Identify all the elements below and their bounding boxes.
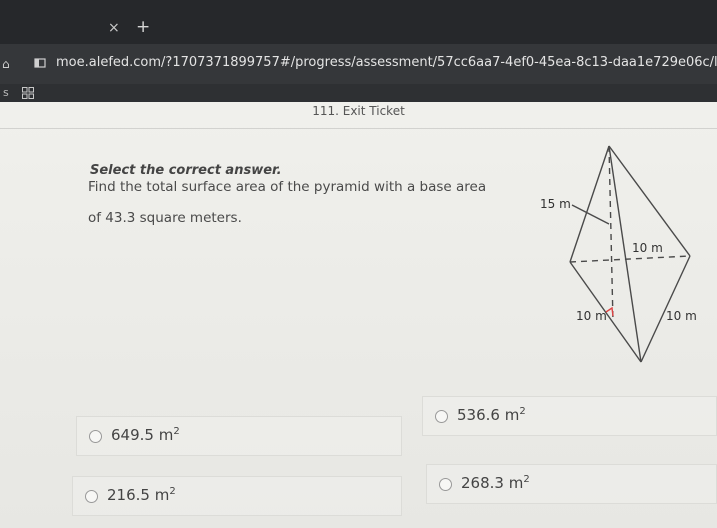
front-right-edge-label: 10 m (666, 309, 697, 323)
choice-label: 649.5 m2 (111, 426, 180, 444)
answer-choice-b[interactable]: 536.6 m2 (422, 396, 717, 436)
choice-label: 268.3 m2 (461, 474, 530, 492)
header-divider (0, 128, 717, 129)
choice-label: 216.5 m2 (107, 486, 176, 504)
radio-button[interactable] (435, 410, 448, 423)
back-edge-label: 10 m (632, 241, 663, 255)
pyramid-edge (608, 145, 691, 257)
radio-button[interactable] (439, 478, 452, 491)
tab-bar: × + (0, 0, 717, 44)
new-tab-icon[interactable]: + (136, 17, 150, 37)
lesson-content: 111. Exit Ticket Select the correct answ… (0, 102, 717, 528)
slant-pointer (571, 204, 610, 225)
choice-label: 536.6 m2 (457, 406, 526, 424)
home-icon[interactable]: ⌂ (2, 57, 10, 71)
slant-height-label: 15 m (540, 197, 571, 211)
answer-choice-c[interactable]: 216.5 m2 (72, 476, 402, 516)
page-title: 111. Exit Ticket (312, 104, 405, 118)
pyramid-edge (569, 145, 610, 263)
radio-button[interactable] (85, 490, 98, 503)
close-tab-icon[interactable]: × (108, 20, 120, 36)
address-bar: ⌂ moe.alefed.com/?1707371899757#/progres… (0, 44, 717, 84)
pyramid-figure: 15 m 10 m 10 m 10 m (540, 145, 697, 363)
front-left-edge-label: 10 m (576, 309, 607, 323)
answer-choice-d[interactable]: 268.3 m2 (426, 464, 717, 504)
bookmarks-bar: s (0, 84, 717, 102)
site-info-icon[interactable] (34, 57, 46, 69)
bookmark-item[interactable]: s (3, 86, 9, 99)
question-text: Find the total surface area of the pyram… (88, 179, 487, 226)
url-input[interactable]: moe.alefed.com/?1707371899757#/progress/… (56, 55, 717, 70)
pyramid-hidden-edge (569, 255, 691, 263)
answer-choice-a[interactable]: 649.5 m2 (76, 416, 402, 456)
radio-button[interactable] (89, 430, 102, 443)
apps-grid-icon[interactable] (22, 87, 34, 99)
